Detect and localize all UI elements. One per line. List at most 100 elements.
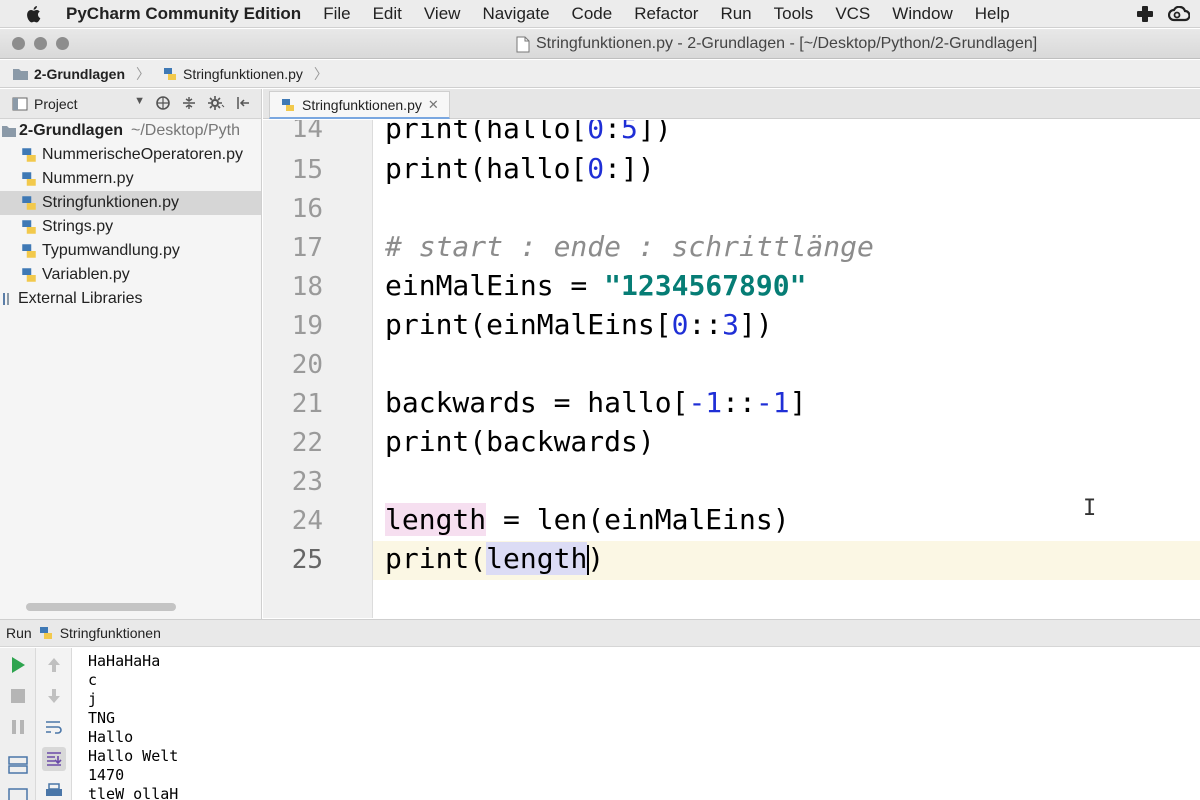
run-panel-title: Run (6, 625, 32, 641)
window-controls (12, 37, 69, 50)
up-arrow-icon[interactable] (43, 654, 65, 676)
line-number-gutter: 14 15 16 17 18 19 20 21 22 23 24 25 (263, 120, 373, 618)
code-line-15: print(hallo[0:]) (385, 152, 655, 185)
project-view-selector[interactable]: Project (34, 96, 78, 112)
python-file-icon (22, 196, 36, 210)
tree-external-libraries[interactable]: External Libraries (0, 287, 261, 311)
apple-menu-icon[interactable] (14, 0, 52, 28)
python-file-icon (22, 172, 36, 186)
run-config-name[interactable]: Stringfunktionen (60, 625, 161, 641)
menu-vcs[interactable]: VCS (835, 4, 870, 24)
code-line-21: backwards = hallo[-1::-1] (385, 386, 806, 419)
variable-usage-highlight: length (486, 542, 588, 575)
close-window-button[interactable] (12, 37, 25, 50)
project-panel-header: Project ▼ (0, 89, 261, 119)
menu-tools[interactable]: Tools (774, 4, 814, 24)
tree-file-item[interactable]: Typumwandlung.py (0, 239, 261, 263)
menu-code[interactable]: Code (572, 4, 613, 24)
line-number: 23 (291, 467, 323, 497)
run-toolbar-left (0, 648, 36, 800)
menu-file[interactable]: File (323, 4, 350, 24)
console-line: Hallo (88, 728, 134, 746)
app-name-menu[interactable]: PyCharm Community Edition (66, 4, 301, 24)
number-literal: 0 (671, 308, 689, 341)
folder-icon (13, 68, 28, 80)
number-literal: 0 (587, 120, 605, 145)
breadcrumb-file[interactable]: Stringfunktionen.py 〉 (162, 64, 328, 84)
menu-view[interactable]: View (424, 4, 461, 24)
mouse-ibeam-cursor-icon: I (1083, 496, 1097, 521)
number-literal: 5 (621, 120, 638, 145)
creative-cloud-icon[interactable] (1168, 4, 1190, 24)
scroll-from-source-icon[interactable] (155, 95, 171, 114)
zoom-window-button[interactable] (56, 37, 69, 50)
tab-close-icon[interactable]: ✕ (428, 97, 439, 113)
tree-file-item[interactable]: Variablen.py (0, 263, 261, 287)
code-token: print(hallo[ (385, 120, 588, 145)
scroll-to-end-icon[interactable] (42, 747, 66, 771)
tree-file-label: Nummern.py (42, 170, 134, 187)
python-file-icon (22, 220, 36, 234)
tree-file-label: Strings.py (42, 218, 114, 235)
code-token: einMalEins = (385, 269, 605, 302)
print-icon[interactable] (43, 780, 65, 800)
tree-file-item-selected[interactable]: Stringfunktionen.py (0, 191, 261, 215)
console-line: 1470 (88, 766, 125, 784)
window-title: Stringfunktionen.py - 2-Grundlagen - [~/… (516, 35, 1037, 53)
soft-wrap-icon[interactable] (43, 716, 65, 738)
breadcrumb-separator-icon: 〉 (136, 65, 151, 82)
breadcrumb-project[interactable]: 2-Grundlagen 〉 (12, 64, 150, 84)
code-token: ]) (637, 120, 672, 145)
number-literal: -1 (688, 386, 723, 419)
console-line: tleW ollaH (88, 785, 179, 800)
line-number: 24 (291, 506, 323, 536)
settings-gear-icon[interactable] (207, 95, 225, 114)
down-arrow-icon[interactable] (43, 685, 65, 707)
run-panel-header: Run Stringfunktionen (0, 619, 1200, 647)
code-line-22: print(backwards) (385, 425, 655, 458)
tree-file-item[interactable]: Nummern.py (0, 167, 261, 191)
menu-window[interactable]: Window (892, 4, 952, 24)
tree-external-label: External Libraries (18, 290, 143, 307)
code-token: print( (385, 542, 487, 575)
menu-refactor[interactable]: Refactor (634, 4, 698, 24)
menu-run[interactable]: Run (720, 4, 751, 24)
plus-extension-icon[interactable] (1134, 4, 1156, 24)
tree-root-path: ~/Desktop/Pyth (131, 122, 240, 139)
run-console-output[interactable]: HaHaHaHa c j TNG Hallo Hallo Welt 1470 t… (72, 648, 1200, 800)
tree-root-folder[interactable]: 2-Grundlagen ~/Desktop/Pyth (0, 119, 261, 143)
console-line: Hallo Welt (88, 747, 179, 765)
code-editor[interactable]: 14 15 16 17 18 19 20 21 22 23 24 25 prin… (263, 120, 1200, 618)
code-token: :]) (604, 152, 655, 185)
project-horizontal-scrollbar[interactable] (26, 603, 176, 611)
console-line: j (88, 690, 98, 708)
code-token: :: (722, 386, 756, 419)
dropdown-arrow-icon[interactable]: ▼ (134, 95, 145, 114)
pause-icon[interactable] (7, 716, 29, 738)
rerun-play-icon[interactable] (7, 654, 29, 676)
tree-file-label: Variablen.py (42, 266, 130, 283)
restore-layout-icon[interactable] (7, 784, 29, 800)
code-token: ]) (739, 308, 773, 341)
stop-icon[interactable] (7, 685, 29, 707)
menu-help[interactable]: Help (975, 4, 1010, 24)
python-file-icon (22, 268, 36, 282)
minimize-window-button[interactable] (34, 37, 47, 50)
menu-edit[interactable]: Edit (373, 4, 402, 24)
file-icon (516, 36, 530, 52)
collapse-all-icon[interactable] (181, 95, 197, 114)
line-number-current: 25 (291, 545, 323, 575)
code-token: ] (789, 386, 807, 419)
code-line-17-comment: # start : ende : schrittlänge (385, 230, 874, 263)
hide-panel-icon[interactable] (235, 95, 251, 114)
tab-stringfunktionen[interactable]: Stringfunktionen.py ✕ (269, 91, 450, 119)
line-number: 17 (291, 233, 323, 263)
breadcrumb-file-label: Stringfunktionen.py (183, 65, 303, 82)
tree-file-item[interactable]: Strings.py (0, 215, 261, 239)
tree-file-item[interactable]: NummerischeOperatoren.py (0, 143, 261, 167)
code-token: :: (688, 308, 723, 341)
line-number: 20 (291, 350, 323, 380)
code-token: print(hallo[ (385, 152, 588, 185)
menu-navigate[interactable]: Navigate (482, 4, 549, 24)
layout-icon[interactable] (7, 754, 29, 776)
